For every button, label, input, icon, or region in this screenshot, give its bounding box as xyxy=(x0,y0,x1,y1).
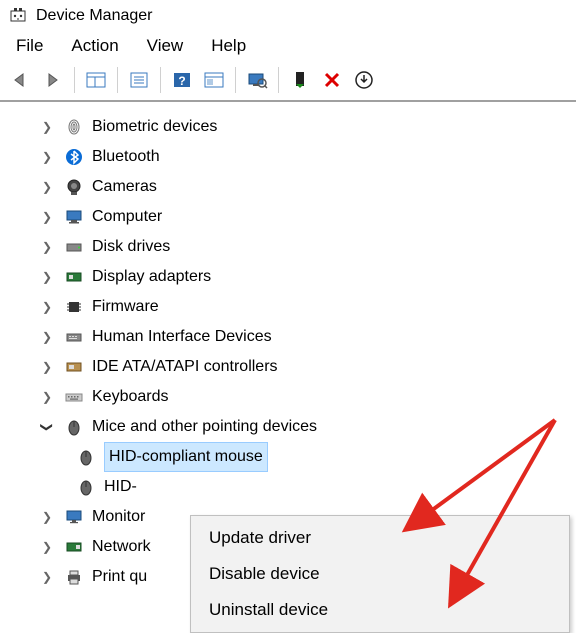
window-title: Device Manager xyxy=(36,7,153,25)
tree-node-display-adapters[interactable]: ❯ Display adapters xyxy=(10,262,576,292)
menu-bar: File Action View Help xyxy=(0,30,576,62)
ctx-uninstall-device[interactable]: Uninstall device xyxy=(191,592,569,628)
properties-button[interactable] xyxy=(124,66,154,94)
tree-node-keyboards[interactable]: ❯ Keyboards xyxy=(10,382,576,412)
tree-node-label: Mice and other pointing devices xyxy=(92,413,317,440)
enable-device-button[interactable] xyxy=(285,66,315,94)
menu-help[interactable]: Help xyxy=(211,36,246,56)
tree-node-label: Monitor xyxy=(92,503,145,530)
tree-node-label: Display adapters xyxy=(92,263,211,290)
mouse-icon xyxy=(64,417,84,437)
uninstall-device-button[interactable] xyxy=(317,66,347,94)
toolbar-separator xyxy=(74,67,75,93)
monitor-icon xyxy=(64,507,84,527)
chevron-right-icon[interactable]: ❯ xyxy=(38,327,56,347)
tree-node-computer[interactable]: ❯ Computer xyxy=(10,202,576,232)
computer-icon xyxy=(64,207,84,227)
tree-node-label: Keyboards xyxy=(92,383,169,410)
disk-icon xyxy=(64,237,84,257)
tree-node-mice[interactable]: ❯ Mice and other pointing devices xyxy=(10,412,576,442)
update-driver-button[interactable] xyxy=(349,66,379,94)
toolbar-separator xyxy=(278,67,279,93)
chevron-right-icon[interactable]: ❯ xyxy=(38,357,56,377)
chevron-right-icon[interactable]: ❯ xyxy=(38,117,56,137)
chevron-right-icon[interactable]: ❯ xyxy=(38,537,56,557)
chevron-down-icon[interactable]: ❯ xyxy=(37,418,57,436)
ctx-disable-device[interactable]: Disable device xyxy=(191,556,569,592)
chevron-right-icon[interactable]: ❯ xyxy=(38,567,56,587)
show-hide-console-tree-button[interactable] xyxy=(81,66,111,94)
svg-text:?: ? xyxy=(178,74,185,88)
help-button[interactable]: ? xyxy=(167,66,197,94)
chevron-right-icon[interactable]: ❯ xyxy=(38,237,56,257)
bluetooth-icon xyxy=(64,147,84,167)
menu-action[interactable]: Action xyxy=(71,36,118,56)
toolbar-separator xyxy=(235,67,236,93)
toolbar-separator xyxy=(117,67,118,93)
tree-node-label: Network xyxy=(92,533,151,560)
tree-node-biometric[interactable]: ❯ Biometric devices xyxy=(10,112,576,142)
mouse-icon xyxy=(76,477,96,497)
tree-node-label: Cameras xyxy=(92,173,157,200)
menu-file[interactable]: File xyxy=(16,36,43,56)
tree-node-label: Biometric devices xyxy=(92,113,217,140)
tree-node-label: Human Interface Devices xyxy=(92,323,272,350)
toolbar-separator xyxy=(160,67,161,93)
chevron-right-icon[interactable]: ❯ xyxy=(38,147,56,167)
context-menu: Update driver Disable device Uninstall d… xyxy=(190,515,570,633)
tree-node-firmware[interactable]: ❯ Firmware xyxy=(10,292,576,322)
display-adapter-icon xyxy=(64,267,84,287)
back-button[interactable] xyxy=(6,66,36,94)
hid-icon xyxy=(64,327,84,347)
tree-node-ide[interactable]: ❯ IDE ATA/ATAPI controllers xyxy=(10,352,576,382)
action-list-button[interactable] xyxy=(199,66,229,94)
tree-node-bluetooth[interactable]: ❯ Bluetooth xyxy=(10,142,576,172)
chevron-right-icon[interactable]: ❯ xyxy=(38,387,56,407)
tree-node-label: Computer xyxy=(92,203,162,230)
network-icon xyxy=(64,537,84,557)
ide-icon xyxy=(64,357,84,377)
tree-node-label: Bluetooth xyxy=(92,143,160,170)
tree-node-label: IDE ATA/ATAPI controllers xyxy=(92,353,278,380)
keyboard-icon xyxy=(64,387,84,407)
tree-node-hid[interactable]: ❯ Human Interface Devices xyxy=(10,322,576,352)
chevron-right-icon[interactable]: ❯ xyxy=(38,297,56,317)
tree-node-label: HID- xyxy=(104,473,137,500)
mouse-icon xyxy=(76,447,96,467)
tree-node-disk-drives[interactable]: ❯ Disk drives xyxy=(10,232,576,262)
tree-node-hid-mouse-1[interactable]: HID-compliant mouse xyxy=(10,442,576,472)
tree-node-label: Print qu xyxy=(92,563,147,590)
ctx-update-driver[interactable]: Update driver xyxy=(191,520,569,556)
tree-node-label: HID-compliant mouse xyxy=(104,442,268,471)
printer-icon xyxy=(64,567,84,587)
tree-node-cameras[interactable]: ❯ Cameras xyxy=(10,172,576,202)
chevron-right-icon[interactable]: ❯ xyxy=(38,507,56,527)
chevron-right-icon[interactable]: ❯ xyxy=(38,267,56,287)
chevron-right-icon[interactable]: ❯ xyxy=(38,177,56,197)
tree-node-label: Firmware xyxy=(92,293,159,320)
menu-view[interactable]: View xyxy=(147,36,184,56)
tree-node-hid-mouse-2[interactable]: HID- xyxy=(10,472,576,502)
forward-button[interactable] xyxy=(38,66,68,94)
biometric-icon xyxy=(64,117,84,137)
firmware-icon xyxy=(64,297,84,317)
tree-node-label: Disk drives xyxy=(92,233,170,260)
title-bar: Device Manager xyxy=(0,0,576,30)
toolbar: ? xyxy=(0,62,576,102)
device-manager-icon xyxy=(8,6,28,26)
camera-icon xyxy=(64,177,84,197)
scan-hardware-button[interactable] xyxy=(242,66,272,94)
chevron-right-icon[interactable]: ❯ xyxy=(38,207,56,227)
